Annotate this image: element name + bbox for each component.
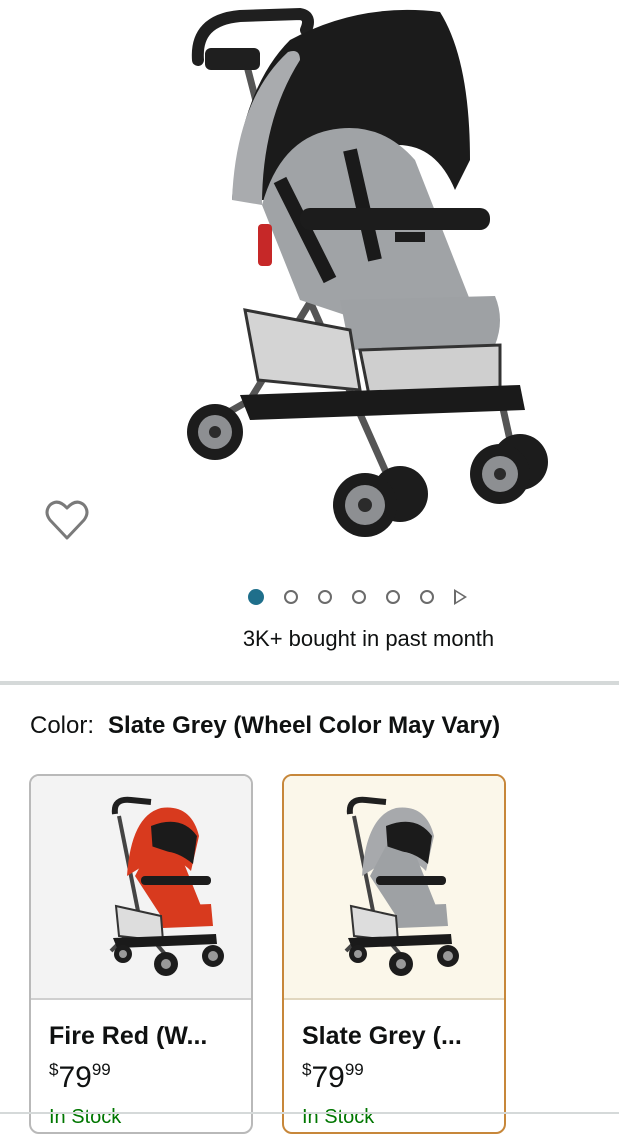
- carousel-dot-3[interactable]: [318, 590, 332, 604]
- carousel-dot-5[interactable]: [386, 590, 400, 604]
- carousel-dot-1[interactable]: [248, 589, 264, 605]
- color-value: Slate Grey (Wheel Color May Vary): [108, 712, 501, 739]
- swatch-image: [284, 776, 504, 1000]
- option-name: Fire Red (W...: [49, 1022, 208, 1050]
- carousel-dot-6[interactable]: [420, 590, 434, 604]
- swatch-image: [31, 776, 251, 1000]
- bottom-divider: [0, 1112, 619, 1114]
- carousel-dot-4[interactable]: [352, 590, 366, 604]
- carousel-indicator: [248, 586, 467, 608]
- color-label: Color:: [30, 712, 95, 739]
- section-divider: [0, 681, 619, 685]
- option-stock: In Stock: [302, 1106, 375, 1128]
- wishlist-heart-icon[interactable]: [44, 498, 90, 542]
- option-price: $7999: [49, 1060, 111, 1094]
- bought-in-past-month: 3K+ bought in past month: [242, 626, 495, 651]
- carousel-dot-2[interactable]: [284, 590, 298, 604]
- option-stock: In Stock: [49, 1106, 122, 1128]
- play-triangle-icon[interactable]: [454, 589, 467, 605]
- product-main-image[interactable]: [0, 0, 619, 580]
- color-option-fire-red[interactable]: Fire Red (W... $7999 In Stock: [29, 774, 253, 1134]
- option-name: Slate Grey (...: [302, 1022, 462, 1050]
- option-price: $7999: [302, 1060, 364, 1094]
- stroller-illustration: [187, 7, 548, 537]
- color-selected-row: Color: Slate Grey (Wheel Color May Vary): [30, 712, 500, 740]
- color-option-slate-grey[interactable]: Slate Grey (... $7999 In Stock: [282, 774, 506, 1134]
